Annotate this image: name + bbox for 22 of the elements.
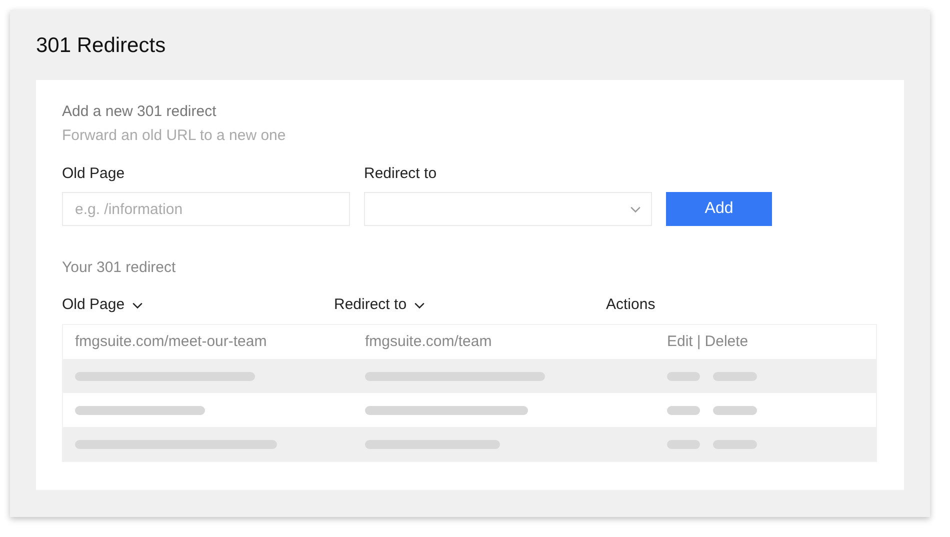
page-title: 301 Redirects — [36, 34, 167, 58]
separator: | — [696, 332, 701, 352]
edit-link[interactable]: Edit — [667, 330, 693, 354]
form-subheading: Forward an old URL to a new one — [62, 127, 287, 145]
loading-placeholder — [713, 406, 757, 414]
form-heading: Add a new 301 redirect — [62, 103, 218, 121]
chevron-down-icon — [414, 302, 425, 308]
sort-header[interactable]: Old Page — [62, 294, 143, 316]
loading-placeholder — [667, 406, 700, 414]
field-label: Redirect to — [364, 165, 438, 183]
table-cell-text: fmgsuite.com/team — [365, 332, 493, 352]
sort-header[interactable]: Redirect to — [334, 294, 425, 316]
list-heading: Your 301 redirect — [62, 259, 177, 277]
chevron-down-icon — [132, 302, 143, 308]
chevron-down-icon — [630, 206, 641, 212]
field-label: Old Page — [62, 165, 126, 183]
column-header: Actions — [606, 294, 656, 315]
table-cell-text: fmgsuite.com/meet-our-team — [75, 332, 268, 352]
add-button[interactable]: Add — [666, 192, 772, 226]
redirect-to-dropdown[interactable] — [364, 192, 652, 226]
old-page-field[interactable]: e.g. /information — [62, 192, 350, 226]
delete-link[interactable]: Delete — [704, 330, 748, 354]
